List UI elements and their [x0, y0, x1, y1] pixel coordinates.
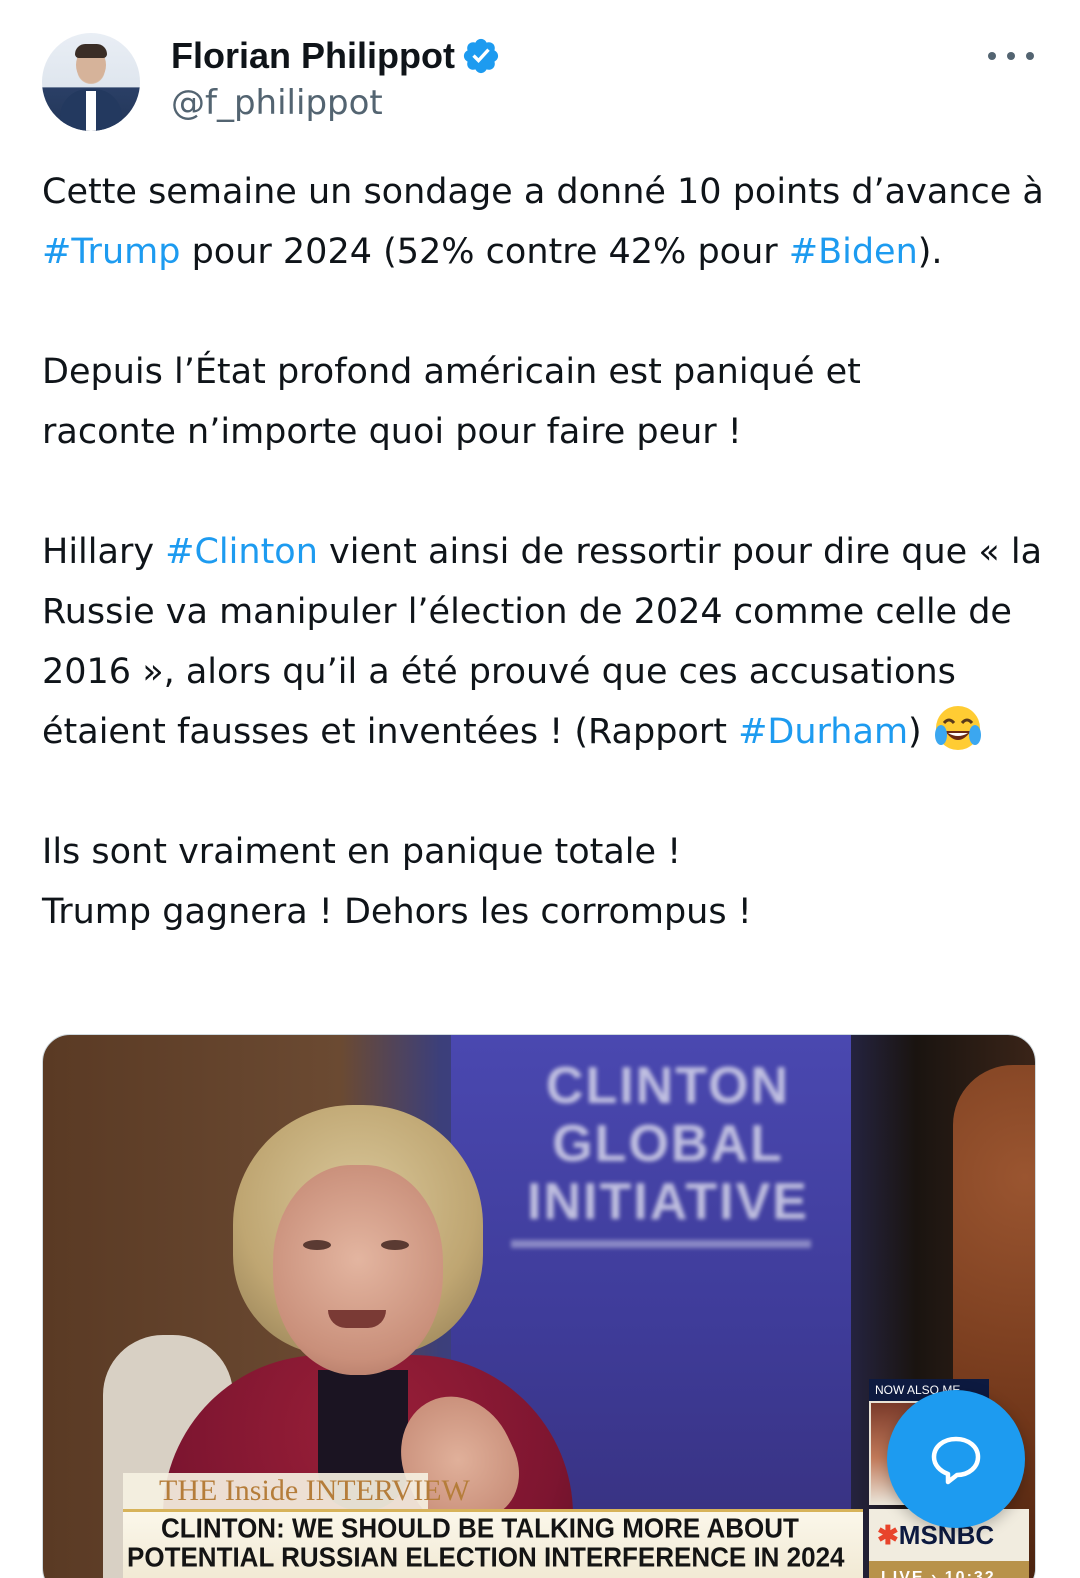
interviewee-eye: [381, 1240, 409, 1250]
tweet-paragraph-2: Depuis l’État profond américain est pani…: [42, 342, 1052, 462]
hashtag-link-trump[interactable]: #Trump: [42, 232, 180, 272]
hashtag-link-clinton[interactable]: #Clinton: [165, 532, 318, 572]
news-lower-third: NOW ALSO ME THE Inside INTERVIEW CLINTON…: [83, 1379, 1029, 1578]
tweet-paragraph-3: Hillary #Clinton vient ainsi de ressorti…: [42, 522, 1052, 762]
tweet-detail-page: Florian Philippot @f_philippot Cette sem…: [0, 0, 1080, 1578]
avatar-hair: [75, 44, 107, 58]
hashtag-link-durham[interactable]: #Durham: [738, 712, 908, 752]
headline-box: CLINTON: WE SHOULD BE TALKING MORE ABOUT…: [123, 1509, 863, 1578]
author-name[interactable]: Florian Philippot: [171, 35, 455, 77]
verified-badge-icon: [463, 38, 499, 74]
text-segment: Cette semaine un sondage a donné 10 poin…: [42, 172, 1044, 212]
text-segment: Depuis l’État profond américain est pani…: [42, 352, 861, 392]
live-bar: LIVE › 10:32: [869, 1561, 1029, 1578]
author-avatar[interactable]: [42, 33, 140, 131]
face-with-tears-of-joy-icon: [934, 706, 981, 750]
text-segment: pour 2024 (52% contre 42% pour: [180, 232, 789, 272]
peacock-icon: ✱: [877, 1520, 899, 1550]
headline-line-1: CLINTON: WE SHOULD BE TALKING MORE ABOUT: [161, 1512, 799, 1544]
text-segment: Ils sont vraiment en panique totale !: [42, 832, 682, 872]
avatar-shirt: [86, 91, 96, 131]
more-dot: [1007, 52, 1015, 60]
interviewee-face: [273, 1165, 443, 1375]
tweet-paragraph-4: Ils sont vraiment en panique totale ! Tru…: [42, 822, 1052, 942]
headline-line-2: POTENTIAL RUSSIAN ELECTION INTERFERENCE …: [127, 1541, 845, 1573]
author-name-row[interactable]: Florian Philippot: [171, 32, 501, 80]
show-title: THE Inside INTERVIEW: [123, 1473, 470, 1509]
more-dot: [988, 52, 996, 60]
text-segment: raconte n’importe quoi pour faire peur !: [42, 412, 742, 452]
hashtag-link-biden[interactable]: #Biden: [789, 232, 918, 272]
text-segment: ).: [917, 232, 943, 272]
text-segment: Trump gagnera ! Dehors les corrompus !: [42, 892, 752, 932]
tweet-media-video[interactable]: CLINTON GLOBAL INITIATIVE NOW ALSO ME TH…: [42, 1034, 1036, 1578]
live-label: LIVE: [881, 1569, 925, 1578]
author-handle[interactable]: @f_philippot: [171, 83, 383, 123]
text-segment: Hillary: [42, 532, 166, 572]
tweet-text: Cette semaine un sondage a donné 10 poin…: [42, 162, 1052, 942]
interviewee-eye: [303, 1240, 331, 1250]
tweet-paragraph-1: Cette semaine un sondage a donné 10 poin…: [42, 162, 1052, 282]
reply-fab-button[interactable]: [887, 1390, 1025, 1528]
live-time: 10:32: [944, 1569, 996, 1578]
more-dot: [1026, 52, 1034, 60]
reply-bubble-icon: [931, 1436, 981, 1485]
interviewee-mouth: [328, 1310, 386, 1328]
more-options-button[interactable]: [988, 44, 1034, 68]
text-segment: ): [908, 712, 933, 752]
